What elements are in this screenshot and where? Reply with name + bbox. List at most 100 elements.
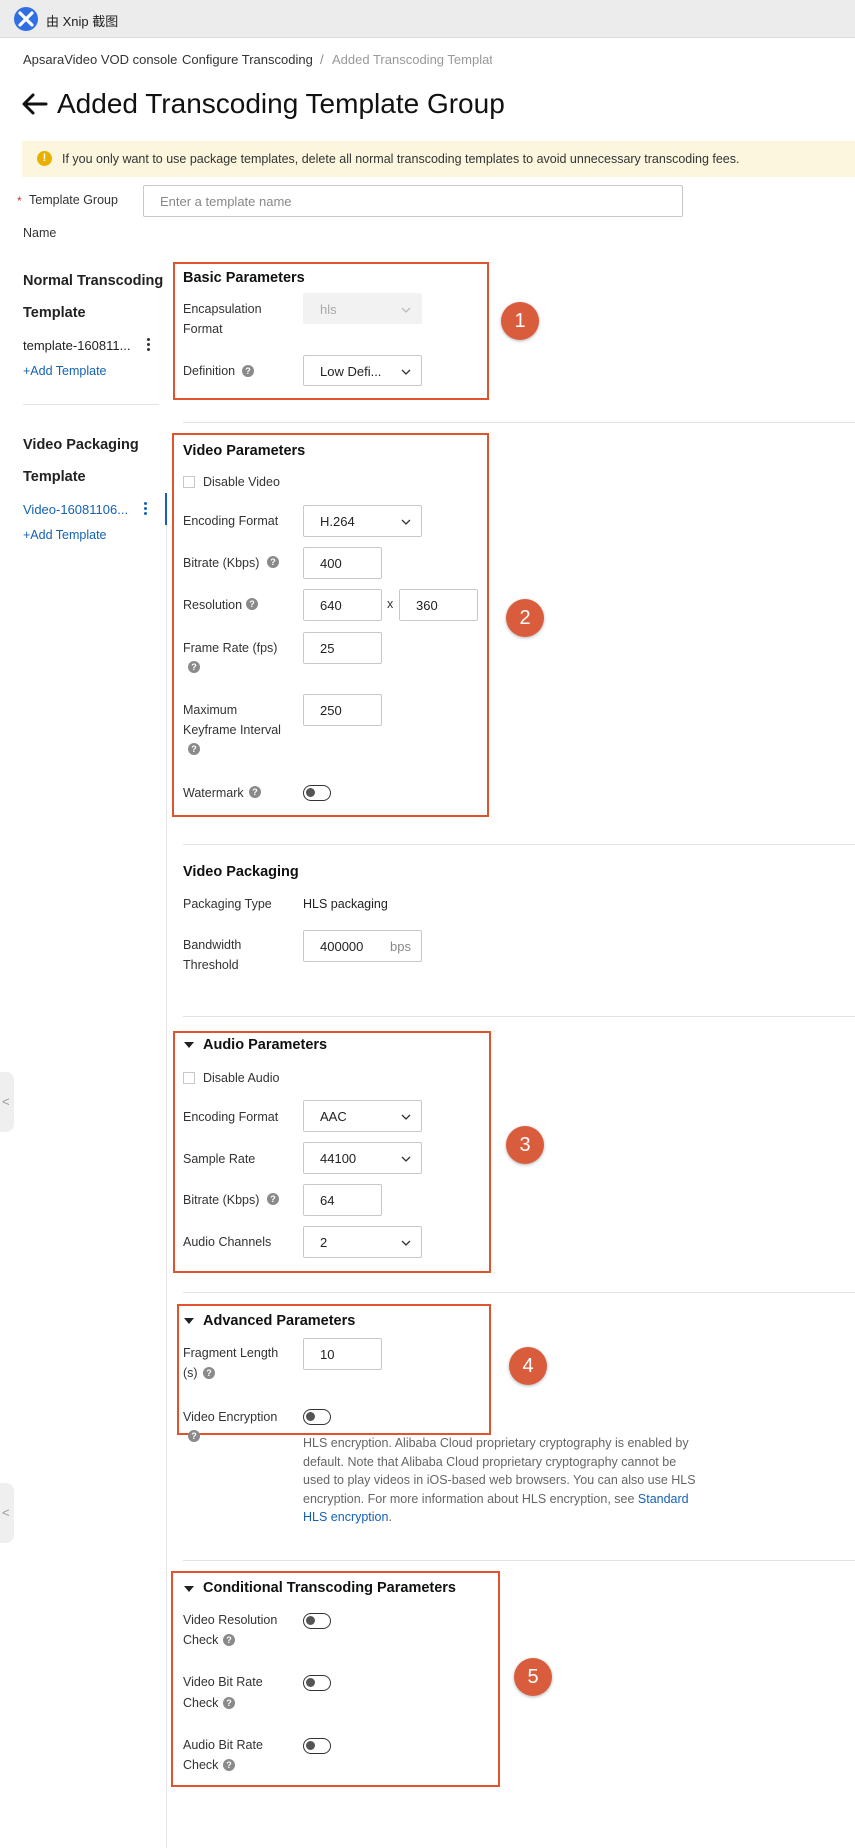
chevron-down-icon [401, 1114, 411, 1120]
section-divider [183, 844, 855, 845]
help-icon[interactable]: ? [188, 743, 200, 755]
encryption-desc-end: . [388, 1510, 392, 1524]
help-icon[interactable]: ? [242, 365, 254, 377]
resolution-check-label-line2: Check [183, 1633, 219, 1647]
watermark-toggle[interactable] [303, 785, 331, 801]
audio-bitrate-check-toggle[interactable] [303, 1738, 331, 1754]
bandwidth-label: Bandwidth [183, 938, 242, 952]
resolution-check-toggle[interactable] [303, 1613, 331, 1629]
annotation-badge-3: 3 [506, 1126, 544, 1164]
video-parameters-title: Video Parameters [183, 443, 306, 459]
video-encryption-toggle[interactable] [303, 1409, 331, 1425]
more-icon[interactable] [143, 502, 149, 518]
chevron-down-icon [401, 1156, 411, 1162]
resolution-times: x [387, 597, 394, 611]
bandwidth-value: 400000 [320, 939, 364, 954]
audio-bitrate-input[interactable]: 64 [303, 1184, 382, 1216]
keyframe-label: Maximum [183, 703, 238, 717]
fragment-length-label-line2: (s) [183, 1366, 198, 1380]
basic-parameters-title: Basic Parameters [183, 270, 305, 286]
annotation-badge-5: 5 [514, 1658, 552, 1696]
chevron-down-icon [401, 307, 411, 313]
encryption-desc-line1: HLS encryption. Alibaba Cloud proprietar… [303, 1436, 689, 1450]
sample-rate-select[interactable]: 44100 [303, 1142, 422, 1174]
audio-encoding-select[interactable]: AAC [303, 1100, 422, 1132]
fragment-length-input[interactable]: 10 [303, 1338, 382, 1370]
keyframe-input[interactable]: 250 [303, 694, 382, 726]
framerate-label: Frame Rate (fps) [183, 641, 278, 655]
packaging-type-label: Packaging Type [183, 897, 272, 911]
sidebar-item-normal-template[interactable]: template-160811... [23, 338, 130, 353]
section-divider [183, 1560, 855, 1561]
help-icon[interactable]: ? [246, 598, 258, 610]
sidebar-item-packaging-template[interactable]: Video-16081106... [23, 502, 128, 517]
encryption-desc-line2: default. Note that Alibaba Cloud proprie… [303, 1454, 677, 1469]
definition-value: Low Defi... [320, 364, 382, 379]
disable-audio-checkbox[interactable] [183, 1072, 195, 1084]
help-icon[interactable]: ? [203, 1367, 215, 1379]
collapse-caret-icon[interactable] [184, 1586, 194, 1592]
sidebar-heading-normal-line2: Template [23, 305, 86, 321]
template-name-input[interactable]: Enter a template name [143, 185, 683, 217]
template-group-label: Template Group [29, 193, 118, 207]
audio-encoding-label: Encoding Format [183, 1110, 279, 1124]
annotation-badge-4: 4 [509, 1347, 547, 1385]
top-bar [0, 0, 855, 38]
definition-select[interactable]: Low Defi... [303, 355, 422, 386]
left-edge-tab[interactable]: < [0, 1483, 14, 1543]
breadcrumb-item-transcoding[interactable]: Configure Transcoding [182, 52, 313, 67]
notice-text: If you only want to use package template… [62, 152, 740, 166]
help-icon[interactable]: ? [249, 786, 261, 798]
bandwidth-label-line2: Threshold [183, 958, 239, 972]
sidebar-divider [23, 404, 159, 405]
standard-hls-link-part2[interactable]: HLS encryption [303, 1510, 388, 1524]
encryption-desc-line4: encryption. For more information about H… [303, 1491, 638, 1506]
disable-video-checkbox[interactable] [183, 476, 195, 488]
help-icon[interactable]: ? [223, 1759, 235, 1771]
audio-bitrate-check-label-line2: Check [183, 1758, 219, 1772]
help-icon[interactable]: ? [267, 1193, 279, 1205]
help-icon[interactable]: ? [188, 661, 200, 673]
collapse-caret-icon[interactable] [184, 1318, 194, 1324]
disable-audio-label: Disable Audio [203, 1071, 280, 1085]
app-title: 由 Xnip 截图 [46, 14, 119, 29]
video-bitrate-label: Bitrate (Kbps) [183, 556, 260, 570]
back-arrow-icon[interactable] [20, 92, 50, 116]
standard-hls-link-part1[interactable]: Standard [638, 1492, 689, 1506]
add-normal-template-link[interactable]: +Add Template [23, 364, 107, 378]
video-bitrate-check-label-line2: Check [183, 1696, 219, 1710]
resolution-width-input[interactable]: 640 [303, 589, 382, 621]
left-edge-tab[interactable]: < [0, 1072, 14, 1132]
video-bitrate-input[interactable]: 400 [303, 547, 382, 579]
watermark-label: Watermark [183, 786, 244, 800]
help-icon[interactable]: ? [223, 1697, 235, 1709]
chevron-down-icon [401, 1240, 411, 1246]
fragment-length-label: Fragment Length [183, 1346, 279, 1360]
sample-rate-value: 44100 [320, 1151, 357, 1166]
sidebar-heading-normal: Normal Transcoding [23, 273, 164, 289]
conditional-parameters-title: Conditional Transcoding Parameters [203, 1580, 456, 1596]
active-indicator [165, 493, 167, 525]
video-encoding-select[interactable]: H.264 [303, 505, 422, 537]
chevron-down-icon [401, 519, 411, 525]
section-divider [183, 422, 855, 423]
more-icon[interactable] [146, 338, 152, 354]
bandwidth-unit: bps [390, 939, 411, 954]
help-icon[interactable]: ? [223, 1634, 235, 1646]
audio-bitrate-label: Bitrate (Kbps) [183, 1193, 260, 1207]
add-packaging-template-link[interactable]: +Add Template [23, 528, 107, 542]
collapse-caret-icon[interactable] [184, 1042, 194, 1048]
encapsulation-label: Encapsulation [183, 302, 262, 316]
audio-channels-select[interactable]: 2 [303, 1226, 422, 1258]
help-icon[interactable]: ? [188, 1430, 200, 1442]
audio-channels-label: Audio Channels [183, 1235, 272, 1249]
help-icon[interactable]: ? [267, 556, 279, 568]
breadcrumb-item-console[interactable]: ApsaraVideo VOD console [23, 52, 177, 67]
chevron-left-icon: < [2, 1094, 10, 1109]
video-bitrate-check-toggle[interactable] [303, 1675, 331, 1691]
annotation-badge-1: 1 [501, 302, 539, 340]
framerate-input[interactable]: 25 [303, 632, 382, 664]
chevron-down-icon [401, 369, 411, 375]
resolution-height-input[interactable]: 360 [399, 589, 478, 621]
bandwidth-input[interactable]: 400000 bps [303, 930, 422, 962]
